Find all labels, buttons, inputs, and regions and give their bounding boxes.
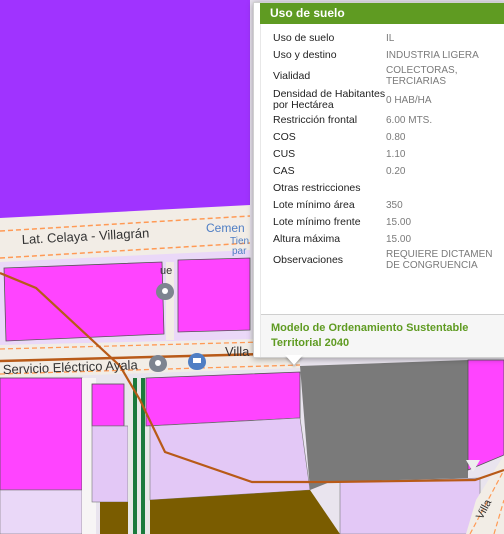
attribute-value: INDUSTRIA LIGERA bbox=[386, 50, 479, 61]
attribute-key: Otras restricciones bbox=[273, 182, 361, 194]
attribute-row: Lote mínimo área 350 bbox=[273, 197, 501, 214]
attribute-row: COS 0.80 bbox=[273, 129, 501, 146]
attribute-key: Altura máxima bbox=[273, 233, 341, 245]
attribute-value: 1.10 bbox=[386, 149, 406, 160]
lilac-parcel[interactable] bbox=[91, 425, 129, 503]
attribute-key: CAS bbox=[273, 165, 295, 177]
magenta-parcel[interactable] bbox=[3, 261, 165, 342]
grey-parcel[interactable] bbox=[300, 360, 468, 490]
magenta-parcel[interactable] bbox=[145, 371, 301, 427]
attribute-row: CAS 0.20 bbox=[273, 163, 501, 180]
attribute-key: Uso y destino bbox=[273, 49, 337, 61]
attribute-value bbox=[386, 180, 501, 197]
attribute-value: COLECTORAS, TERCIARIAS bbox=[386, 65, 458, 87]
attribute-row: Observaciones REQUIERE DICTAMEN DE CONGRU… bbox=[273, 248, 501, 272]
attribute-row: Lote mínimo frente 15.00 bbox=[273, 214, 501, 231]
attribute-key: Densidad de Habitantes por Hectárea bbox=[273, 88, 386, 111]
lilac-parcel[interactable] bbox=[0, 489, 83, 534]
attribute-value: 0.20 bbox=[386, 166, 406, 177]
attribute-value: 15.00 bbox=[386, 234, 412, 245]
popup-pointer bbox=[285, 355, 303, 365]
attribute-key: Lote mínimo área bbox=[273, 199, 355, 211]
popup-body: Uso de suelo IL Uso y destino INDUSTRIA LIG… bbox=[260, 24, 504, 357]
popup-footer: Modelo de Ordenamiento Sustentable Terri… bbox=[261, 314, 504, 357]
road-label-bottom: Villa bbox=[225, 344, 250, 359]
magenta-parcel[interactable] bbox=[177, 257, 251, 333]
poi-label-cemetery: Cemen bbox=[206, 221, 245, 235]
attribute-key: Observaciones bbox=[273, 253, 344, 266]
poi-label-cemetery-sub2: par bbox=[232, 246, 247, 257]
land-use-popup[interactable]: Uso de suelo Uso de suelo IL Uso y destino… bbox=[253, 2, 504, 358]
attribute-row: Uso y destino INDUSTRIA LIGERA bbox=[273, 47, 501, 64]
rail-line bbox=[133, 378, 137, 534]
attribute-row: Vialidad COLECTORAS, TERCIARIAS bbox=[273, 64, 501, 88]
attribute-value: 350 bbox=[386, 200, 403, 211]
attribute-table: Uso de suelo IL Uso y destino INDUSTRIA LIG… bbox=[273, 30, 501, 272]
attribute-value: 0 HAB/HA bbox=[386, 94, 432, 106]
attribute-row: Altura máxima 15.00 bbox=[273, 231, 501, 248]
attribute-value: 6.00 MTS. bbox=[386, 115, 433, 126]
popup-title: Uso de suelo bbox=[260, 3, 504, 24]
attribute-value: REQUIERE DICTAMEN DE CONGRUENCIA bbox=[386, 249, 493, 271]
magenta-parcel[interactable] bbox=[467, 359, 504, 471]
attribute-value: IL bbox=[386, 33, 395, 44]
attribute-row: Restricción frontal 6.00 MTS. bbox=[273, 112, 501, 129]
lilac-parcel[interactable] bbox=[339, 477, 481, 534]
attribute-row: Otras restricciones bbox=[273, 180, 501, 197]
layer-name-link[interactable]: Modelo de Ordenamiento Sustentable Terri… bbox=[271, 321, 504, 351]
attribute-key: Vialidad bbox=[273, 69, 311, 82]
attribute-key: CUS bbox=[273, 148, 296, 160]
industrial-zone-parcel[interactable] bbox=[0, 0, 250, 218]
attribute-key: Restricción frontal bbox=[273, 114, 358, 126]
attribute-value: 0.80 bbox=[386, 132, 406, 143]
poi-label-fragment: ue bbox=[160, 265, 172, 277]
attribute-key: Uso de suelo bbox=[273, 32, 335, 44]
magenta-parcel[interactable] bbox=[91, 383, 125, 427]
attribute-key: COS bbox=[273, 131, 296, 143]
attribute-row: Densidad de Habitantes por Hectárea 0 HAB… bbox=[273, 88, 501, 112]
attribute-key: Lote mínimo frente bbox=[273, 216, 361, 228]
attribute-row: CUS 1.10 bbox=[273, 146, 501, 163]
attribute-value: 15.00 bbox=[386, 217, 412, 228]
lilac-parcel[interactable] bbox=[149, 417, 311, 501]
attribute-row: Uso de suelo IL bbox=[273, 30, 501, 47]
magenta-parcel[interactable] bbox=[0, 377, 83, 491]
